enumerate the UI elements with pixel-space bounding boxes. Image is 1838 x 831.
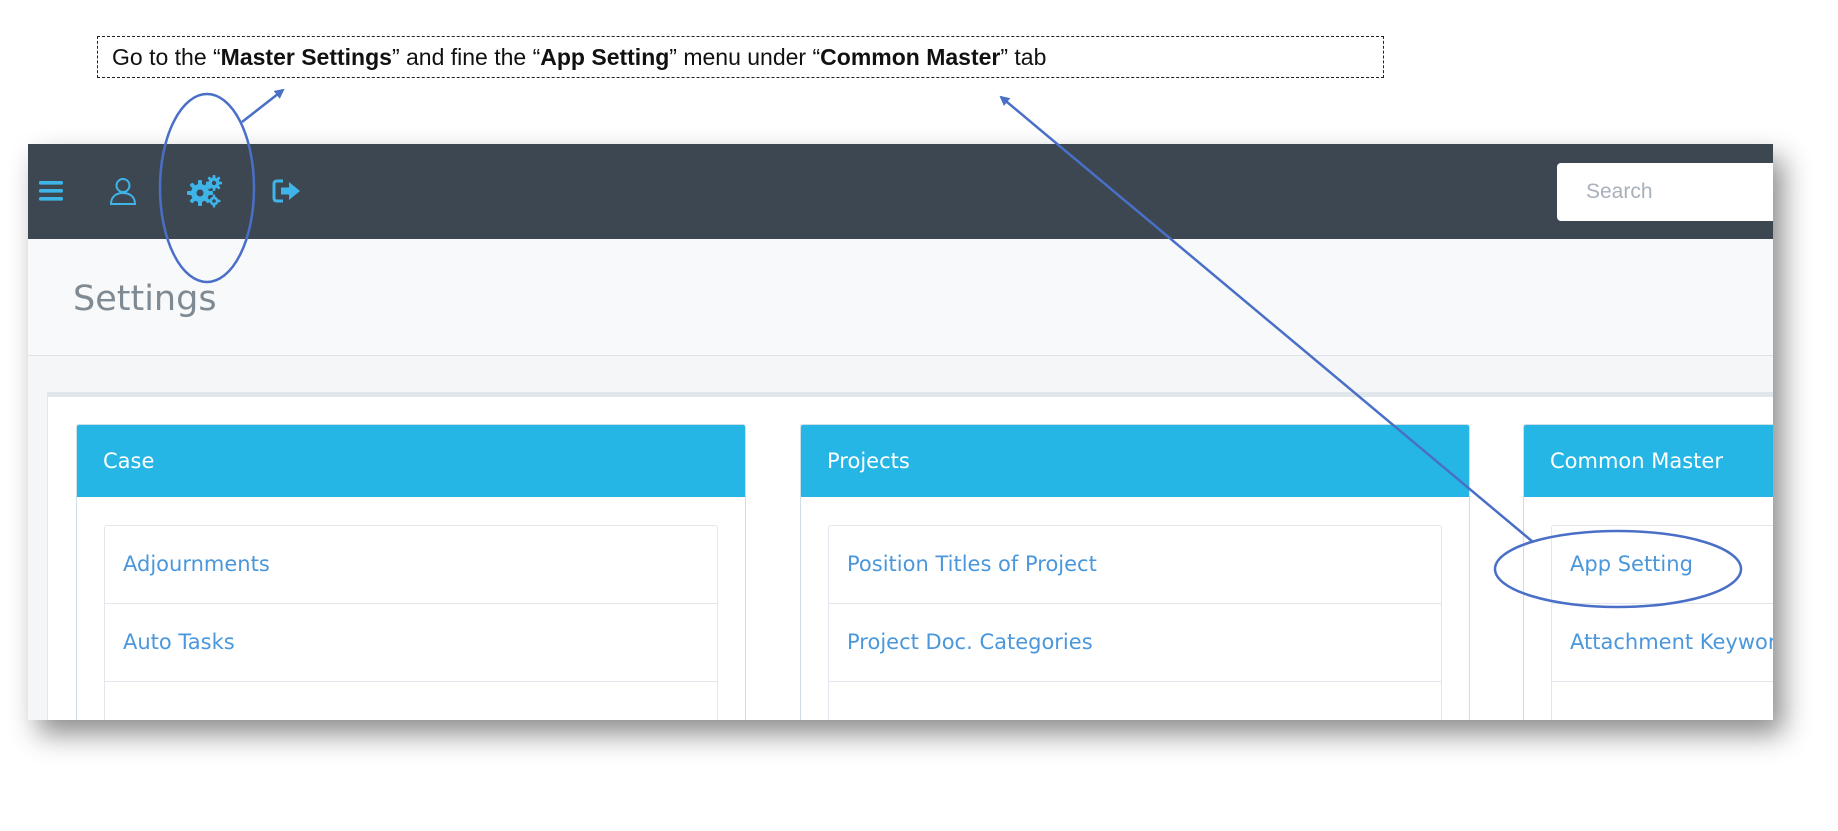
app-screenshot: Settings Case Adjournments Auto Tasks Pr… — [28, 144, 1773, 720]
menu-item-project-doc-categories[interactable]: Project Doc. Categories — [829, 604, 1441, 682]
menu-icon[interactable] — [31, 171, 71, 211]
logout-icon[interactable] — [267, 171, 307, 211]
search-input[interactable] — [1557, 163, 1773, 221]
panel-common-master-title: Common Master — [1524, 425, 1773, 497]
panel-common-master-list: App Setting Attachment Keyword — [1551, 525, 1773, 720]
panel-case: Case Adjournments Auto Tasks — [76, 424, 746, 720]
panel-projects-list: Position Titles of Project Project Doc. … — [828, 525, 1442, 720]
callout-bold-app-setting: App Setting — [540, 44, 670, 70]
panel-common-master: Common Master App Setting Attachment Key… — [1523, 424, 1773, 720]
panel-case-list: Adjournments Auto Tasks — [104, 525, 718, 720]
menu-item-attachment-keyword[interactable]: Attachment Keyword — [1552, 604, 1773, 682]
menu-item-auto-tasks[interactable]: Auto Tasks — [105, 604, 717, 682]
top-navbar — [28, 144, 1773, 239]
menu-item-position-titles[interactable]: Position Titles of Project — [829, 526, 1441, 604]
menu-item[interactable] — [1552, 682, 1773, 720]
callout-text: ” and fine the “ — [391, 44, 541, 70]
menu-item-app-setting[interactable]: App Setting — [1552, 526, 1773, 604]
page-title: Settings — [73, 279, 217, 319]
menu-item[interactable] — [105, 682, 717, 720]
instruction-callout: Go to the “Master Settings” and fine the… — [97, 36, 1384, 78]
menu-item-adjournments[interactable]: Adjournments — [105, 526, 717, 604]
callout-text: Go to the “ — [112, 44, 221, 70]
panel-projects: Projects Position Titles of Project Proj… — [800, 424, 1470, 720]
page-header: Settings — [28, 239, 1773, 356]
panel-case-title: Case — [77, 425, 745, 497]
callout-text: ” tab — [1000, 44, 1047, 70]
callout-bold-master-settings: Master Settings — [220, 44, 392, 70]
panel-projects-title: Projects — [801, 425, 1469, 497]
callout-bold-common-master: Common Master — [820, 44, 1001, 70]
arrow-to-master-settings — [241, 88, 285, 123]
user-icon[interactable] — [103, 171, 143, 211]
gears-icon[interactable] — [185, 171, 225, 211]
menu-item[interactable] — [829, 682, 1441, 720]
callout-text: ” menu under “ — [669, 44, 821, 70]
